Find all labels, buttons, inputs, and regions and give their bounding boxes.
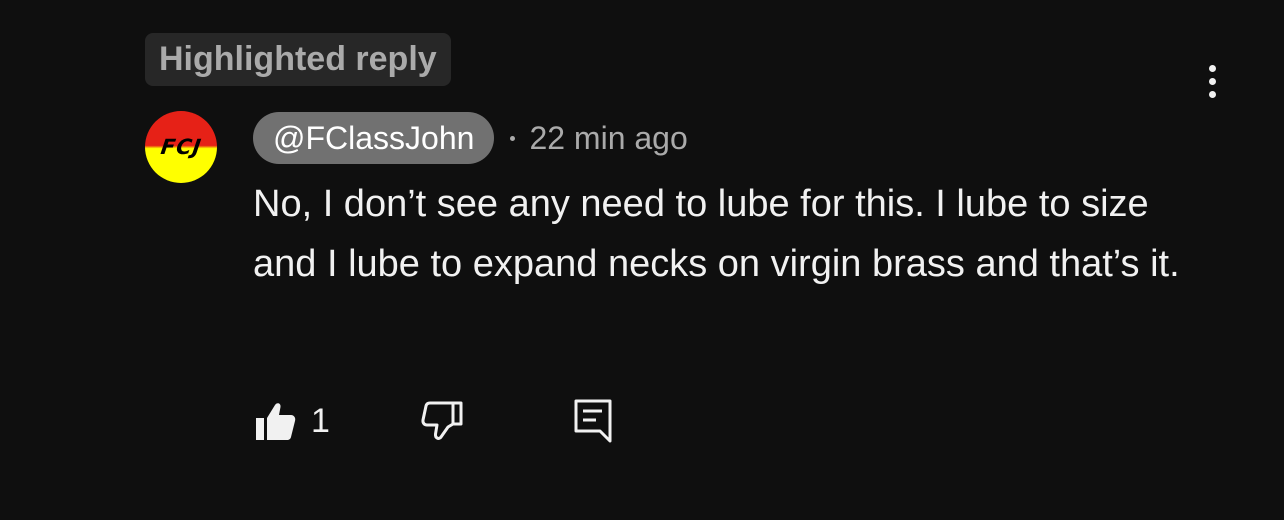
comment-timestamp[interactable]: 22 min ago	[529, 120, 687, 157]
comment-header: @FClassJohn 22 min ago	[253, 112, 688, 164]
thumbs-down-icon	[420, 399, 464, 443]
avatar[interactable]: FCJ	[145, 111, 217, 183]
separator-dot	[510, 135, 516, 141]
comment-text: No, I don’t see any need to lube for thi…	[253, 183, 1180, 285]
highlighted-reply-badge: Highlighted reply	[145, 33, 451, 86]
author-name-chip[interactable]: @FClassJohn	[253, 112, 495, 164]
avatar-initials: FCJ	[159, 134, 203, 159]
dislike-button[interactable]	[420, 396, 464, 446]
like-count: 1	[311, 401, 330, 440]
more-vertical-icon	[1208, 64, 1216, 72]
like-button[interactable]: 1	[253, 396, 330, 446]
reply-comment-icon	[571, 397, 615, 445]
comment-thread: Highlighted reply FCJ @FClassJohn 22 min…	[0, 0, 1284, 520]
more-options-button[interactable]	[1192, 60, 1232, 102]
reply-button[interactable]	[571, 396, 615, 446]
thumbs-up-icon	[253, 399, 297, 443]
